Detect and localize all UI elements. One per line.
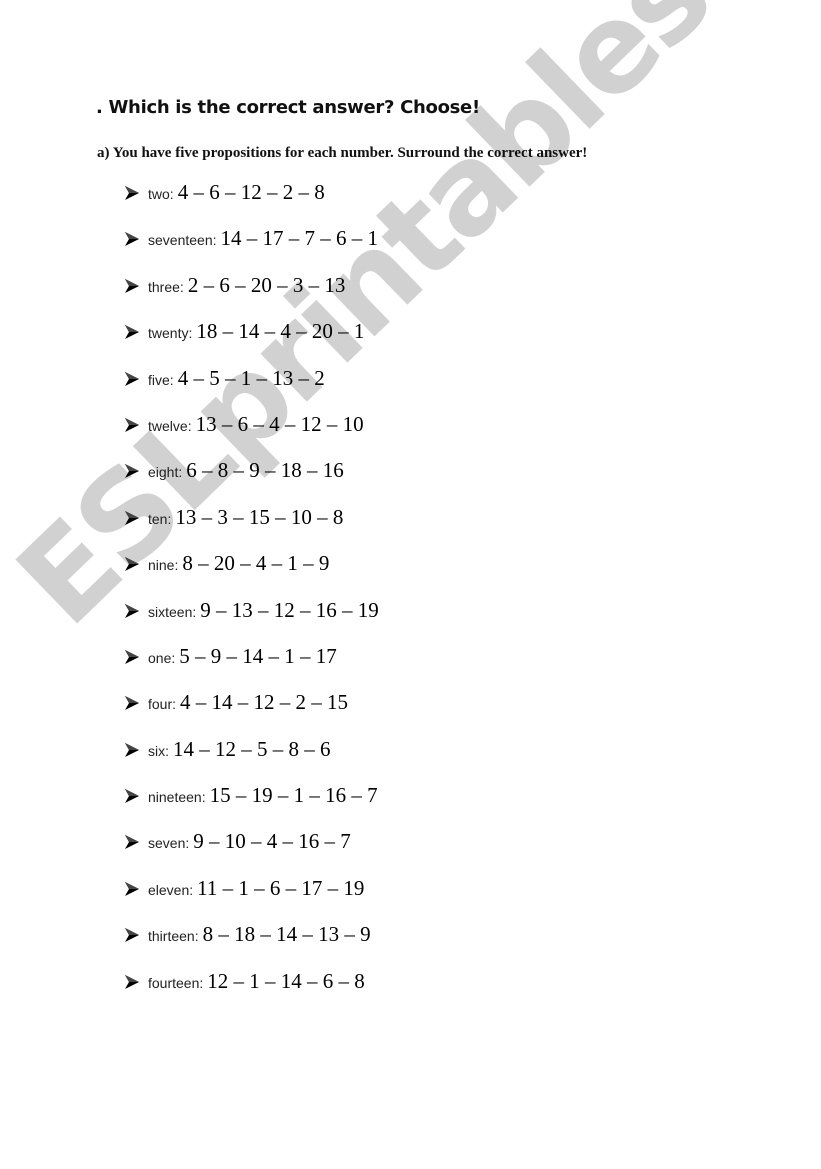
list-item: eleven : 11 – 1 – 6 – 17 – 19	[124, 876, 379, 922]
arrow-bullet-icon	[124, 603, 140, 619]
number-options[interactable]: 11 – 1 – 6 – 17 – 19	[197, 876, 364, 901]
separator: :	[201, 789, 206, 806]
number-word: nine	[148, 557, 175, 574]
arrow-bullet-icon	[124, 231, 140, 247]
number-options[interactable]: 6 – 8 – 9 – 18 – 16	[186, 458, 344, 483]
list-item: six : 14 – 12 – 5 – 8 – 6	[124, 737, 379, 783]
separator: :	[199, 974, 204, 991]
number-word: seventeen	[148, 232, 213, 249]
number-word: sixteen	[148, 603, 193, 620]
separator: :	[192, 603, 197, 620]
arrow-bullet-icon	[124, 742, 140, 758]
number-options[interactable]: 18 – 14 – 4 – 20 – 1	[196, 319, 364, 344]
separator: :	[185, 835, 190, 852]
arrow-bullet-icon	[124, 278, 140, 294]
number-word: twelve	[148, 417, 188, 434]
number-options[interactable]: 12 – 1 – 14 – 6 – 8	[207, 969, 365, 994]
number-options[interactable]: 9 – 13 – 12 – 16 – 19	[200, 598, 379, 623]
number-word: three	[148, 278, 180, 295]
arrow-bullet-icon	[124, 649, 140, 665]
separator: :	[167, 510, 172, 527]
separator: :	[171, 649, 176, 666]
separator: :	[189, 881, 194, 898]
arrow-bullet-icon	[124, 185, 140, 201]
list-item: sixteen : 9 – 13 – 12 – 16 – 19	[124, 598, 379, 644]
separator: :	[188, 325, 193, 342]
list-item: four : 4 – 14 – 12 – 2 – 15	[124, 690, 379, 736]
number-word: four	[148, 696, 173, 713]
number-word: seven	[148, 835, 186, 852]
number-options[interactable]: 13 – 6 – 4 – 12 – 10	[196, 412, 364, 437]
separator: :	[187, 417, 192, 434]
number-word: fourteen	[148, 974, 200, 991]
separator: :	[212, 232, 217, 249]
number-word: eleven	[148, 881, 190, 898]
list-item: twenty : 18 – 14 – 4 – 20 – 1	[124, 319, 379, 365]
number-options[interactable]: 5 – 9 – 14 – 1 – 17	[179, 644, 337, 669]
number-options[interactable]: 2 – 6 – 20 – 3 – 13	[188, 273, 346, 298]
list-item: seven : 9 – 10 – 4 – 16 – 7	[124, 829, 379, 875]
separator: :	[169, 186, 174, 202]
separator: :	[178, 464, 183, 481]
list-item: seventeen : 14 – 17 – 7 – 6 – 1	[124, 226, 379, 272]
number-word: one	[148, 649, 172, 666]
list-item: two : 4 – 6 – 12 – 2 – 8	[124, 180, 379, 226]
number-word: five	[148, 371, 170, 388]
arrow-bullet-icon	[124, 788, 140, 804]
separator: :	[174, 557, 179, 574]
arrow-bullet-icon	[124, 881, 140, 897]
separator: :	[165, 742, 170, 759]
arrow-bullet-icon	[124, 695, 140, 711]
list-item: nine : 8 – 20 – 4 – 1 – 9	[124, 551, 379, 597]
arrow-bullet-icon	[124, 556, 140, 572]
number-word: ten	[148, 510, 168, 527]
arrow-bullet-icon	[124, 974, 140, 990]
list-item: five : 4 – 5 – 1 – 13 – 2	[124, 366, 379, 412]
list-item: thirteen : 8 – 18 – 14 – 13 – 9	[124, 922, 379, 968]
list-item: eight : 6 – 8 – 9 – 18 – 16	[124, 458, 379, 504]
arrow-bullet-icon	[124, 417, 140, 433]
number-options[interactable]: 13 – 3 – 15 – 10 – 8	[175, 505, 343, 530]
number-options[interactable]: 4 – 6 – 12 – 2 – 8	[178, 180, 325, 205]
number-options[interactable]: 8 – 18 – 14 – 13 – 9	[203, 922, 371, 947]
list-item: one : 5 – 9 – 14 – 1 – 17	[124, 644, 379, 690]
list-item: nineteen : 15 – 19 – 1 – 16 – 7	[124, 783, 379, 829]
number-word: nineteen	[148, 789, 202, 806]
arrow-bullet-icon	[124, 510, 140, 526]
list-item: three : 2 – 6 – 20 – 3 – 13	[124, 273, 379, 319]
list-item: twelve : 13 – 6 – 4 – 12 – 10	[124, 412, 379, 458]
list-item: ten : 13 – 3 – 15 – 10 – 8	[124, 505, 379, 551]
number-options[interactable]: 15 – 19 – 1 – 16 – 7	[210, 783, 378, 808]
separator: :	[172, 696, 177, 713]
arrow-bullet-icon	[124, 371, 140, 387]
number-options[interactable]: 14 – 12 – 5 – 8 – 6	[173, 737, 331, 762]
number-word: six	[148, 742, 166, 759]
number-options[interactable]: 14 – 17 – 7 – 6 – 1	[221, 226, 379, 251]
separator: :	[194, 928, 199, 945]
exercise-instruction: a) You have five propositions for each n…	[97, 145, 588, 161]
separator: :	[169, 371, 174, 388]
arrow-bullet-icon	[124, 834, 140, 850]
number-word: two	[148, 186, 170, 202]
number-word: thirteen	[148, 928, 195, 945]
list-item: fourteen : 12 – 1 – 14 – 6 – 8	[124, 969, 379, 1015]
number-options[interactable]: 8 – 20 – 4 – 1 – 9	[182, 551, 329, 576]
exercise-title: . Which is the correct answer? Choose!	[96, 97, 480, 118]
number-options[interactable]: 4 – 14 – 12 – 2 – 15	[180, 690, 348, 715]
number-word: twenty	[148, 325, 189, 342]
arrow-bullet-icon	[124, 927, 140, 943]
arrow-bullet-icon	[124, 463, 140, 479]
separator: :	[179, 278, 184, 295]
number-options[interactable]: 4 – 5 – 1 – 13 – 2	[178, 366, 325, 391]
number-word: eight	[148, 464, 179, 481]
number-choice-list: two : 4 – 6 – 12 – 2 – 8 seventeen : 14 …	[124, 180, 379, 1015]
number-options[interactable]: 9 – 10 – 4 – 16 – 7	[193, 829, 351, 854]
arrow-bullet-icon	[124, 324, 140, 340]
